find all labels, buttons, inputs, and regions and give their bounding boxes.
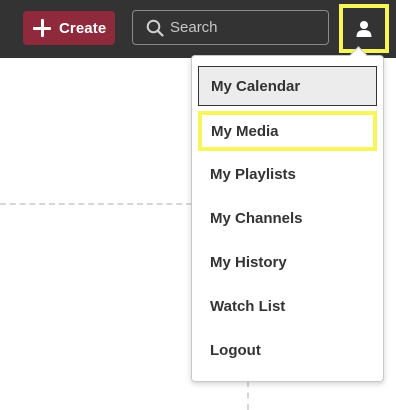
menu-item-my-calendar[interactable]: My Calendar [198, 66, 377, 106]
dashed-guide-vertical [247, 381, 249, 410]
create-button[interactable]: Create [23, 11, 115, 45]
menu-item-label: Logout [210, 341, 261, 359]
user-menu-button[interactable] [339, 4, 389, 53]
create-button-label: Create [59, 19, 107, 37]
menu-item-label: My Playlists [210, 165, 296, 183]
menu-item-label: Watch List [210, 297, 286, 315]
search-input[interactable] [170, 19, 310, 36]
dashed-guide-horizontal [0, 203, 192, 205]
user-dropdown-menu: My Calendar My Media My Playlists My Cha… [191, 55, 384, 382]
menu-item-label: My History [210, 253, 287, 271]
search-box[interactable] [132, 10, 329, 45]
plus-icon [33, 19, 51, 37]
search-icon [146, 19, 164, 37]
menu-item-my-playlists[interactable]: My Playlists [198, 154, 377, 194]
menu-item-label: My Calendar [211, 77, 301, 95]
menu-item-my-media[interactable]: My Media [198, 111, 377, 151]
menu-item-label: My Media [211, 122, 279, 140]
menu-item-logout[interactable]: Logout [198, 330, 377, 370]
menu-item-my-channels[interactable]: My Channels [198, 198, 377, 238]
menu-item-label: My Channels [210, 209, 303, 227]
menu-item-my-history[interactable]: My History [198, 242, 377, 282]
user-icon [356, 20, 372, 37]
top-navigation-bar: Create [0, 0, 396, 58]
menu-item-watch-list[interactable]: Watch List [198, 286, 377, 326]
